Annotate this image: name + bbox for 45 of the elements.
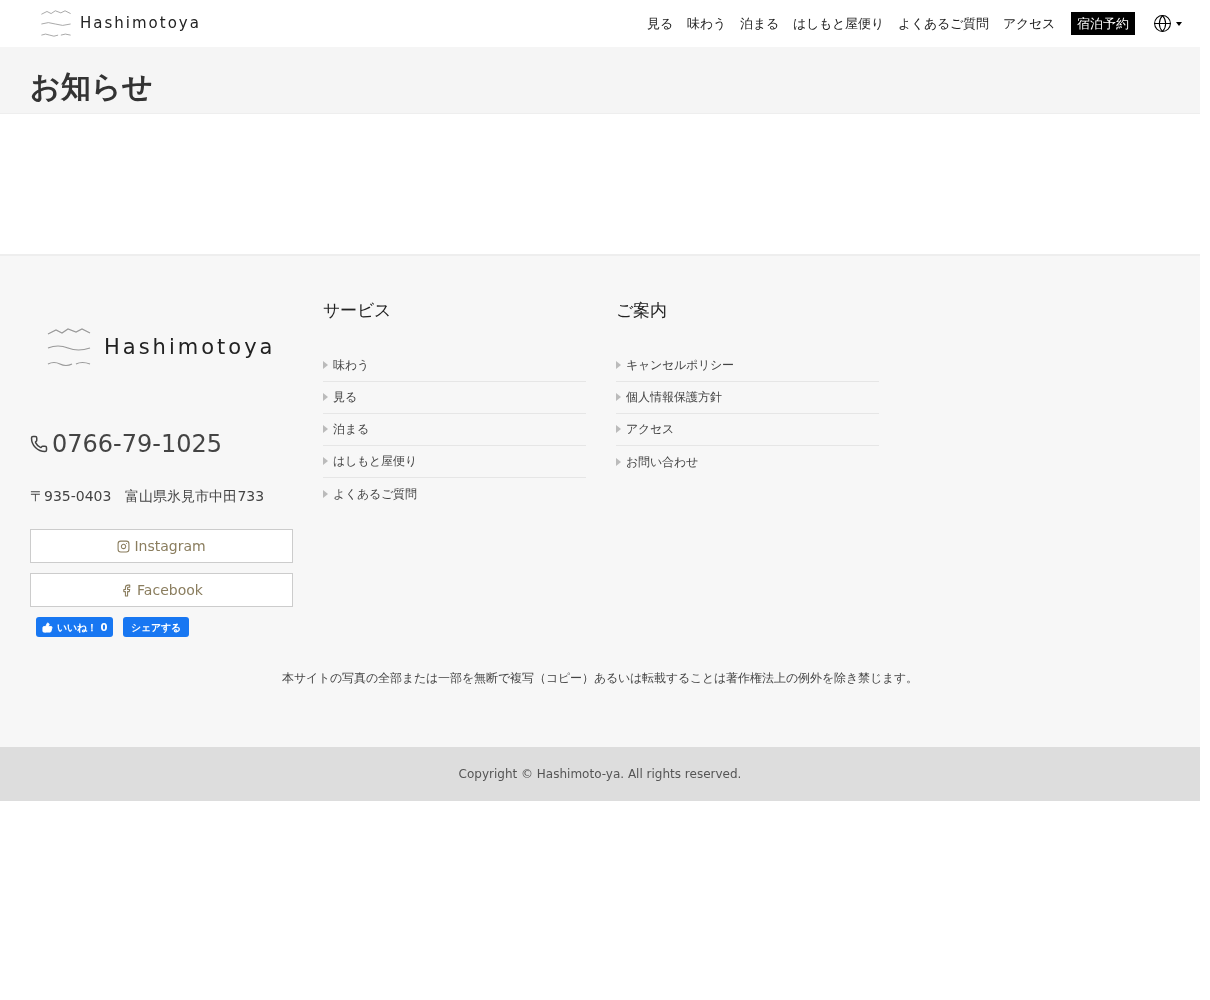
footer-heading: サービス [323,299,392,322]
social-link-button[interactable]: Facebook [30,573,293,607]
footer-link[interactable]: 泊まる [323,413,586,446]
address: 〒935-0403 富山県氷見市中田733 [30,487,266,506]
social-link-button[interactable]: Instagram [30,529,293,563]
footer-link[interactable]: アクセス [616,413,879,446]
footer-link[interactable]: お問い合わせ [616,445,879,478]
nav-link[interactable]: 見る [647,13,673,34]
wave-lines-icon [40,7,72,40]
footer-link[interactable]: はしもと屋便り [323,445,586,478]
triangle-icon [616,393,621,401]
nav-link[interactable]: アクセス [1003,13,1055,34]
footer-link[interactable]: 味わう [323,349,586,382]
logo-text: Hashimotoya [80,13,201,35]
footer-link[interactable]: キャンセルポリシー [616,349,879,382]
page-title: お知らせ [30,68,154,106]
nav-link[interactable]: よくあるご質問 [898,13,989,34]
triangle-icon [323,457,328,465]
nav-link[interactable]: 味わう [687,13,726,34]
copyright-notice: 本サイトの写真の全部または一部を無断で複写（コピー）あるいは転載することは著作権法上の例外を除き禁じます。 [281,670,919,687]
footer-heading: ご案内 [616,299,668,322]
language-dropdown[interactable] [1153,14,1182,33]
reserve-button[interactable]: 宿泊予約 [1071,11,1135,36]
triangle-icon [616,425,621,433]
footer-link[interactable]: 個人情報保護方針 [616,381,879,414]
phone-icon [30,435,48,453]
caret-icon [1176,21,1182,26]
footer-link[interactable]: 見る [323,381,586,414]
triangle-icon [323,425,328,433]
triangle-icon [323,393,328,401]
globe-icon [1153,14,1172,33]
logo-text: Hashimotoya [104,334,276,362]
phone-number: 0766-79-1025 [52,429,222,460]
thumbs-up-icon [42,621,53,633]
triangle-icon [323,489,328,498]
triangle-icon [616,457,621,466]
instagram-icon [117,539,131,553]
like-button[interactable]: いいね！ 0 [36,617,114,637]
triangle-icon [616,361,621,369]
footer-link[interactable]: よくあるご質問 [323,477,586,510]
nav-link[interactable]: 泊まる [740,13,779,34]
triangle-icon [323,361,328,369]
nav-link[interactable]: はしもと屋便り [793,13,884,34]
copyright-text: Copyright © Hashimoto-ya. All rights reserved. [458,766,742,783]
share-button[interactable]: シェアする [123,617,190,637]
